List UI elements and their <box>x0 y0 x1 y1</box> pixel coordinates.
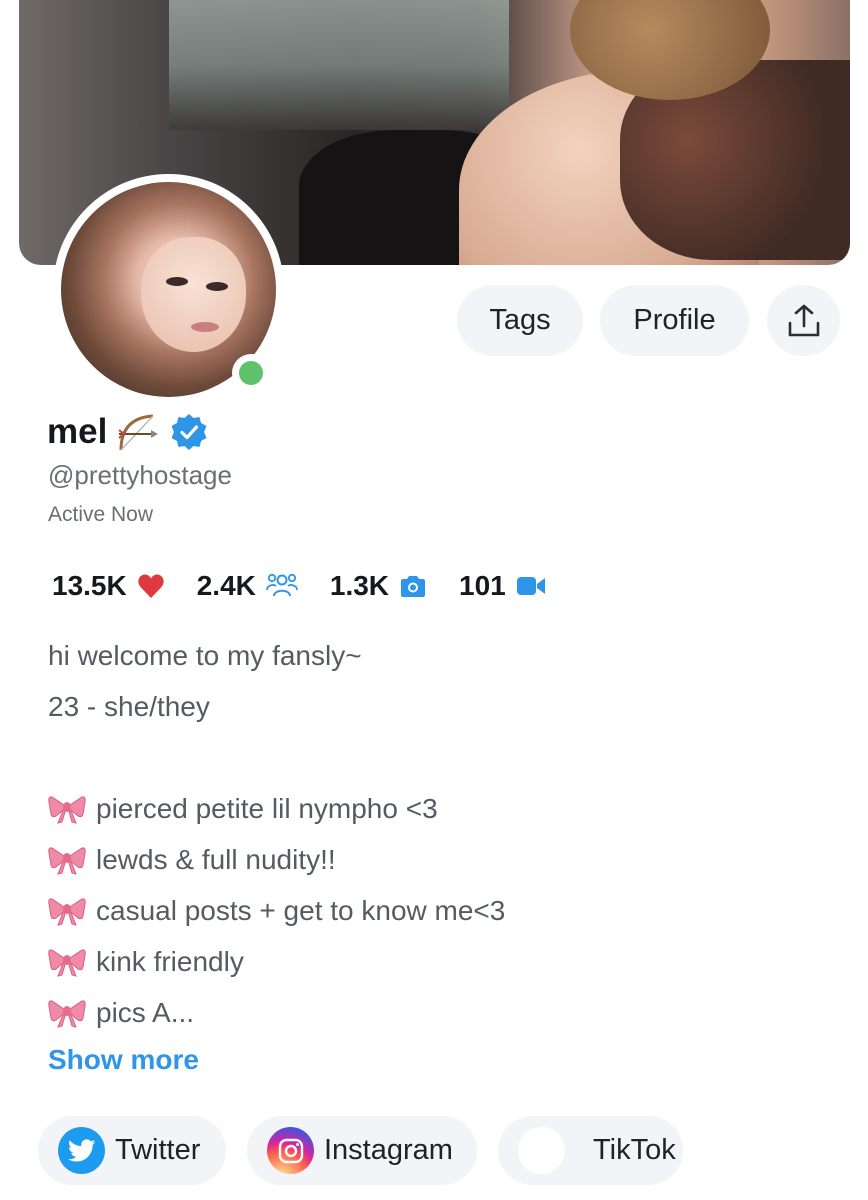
avatar-face <box>141 237 246 352</box>
bio-text: pierced petite lil nympho <3 <box>96 793 438 824</box>
photos-stat[interactable]: 1.3K <box>330 570 427 602</box>
bio-line <box>48 732 828 783</box>
instagram-icon <box>267 1127 314 1174</box>
tiktok-link[interactable]: TikTok <box>498 1116 683 1185</box>
bio-line: kink friendly <box>48 936 828 987</box>
twitter-icon <box>58 1127 105 1174</box>
profile-page: Tags Profile mel @prettyhostage Active N… <box>0 0 868 1200</box>
stats-row: 13.5K 2.4K 1.3K 101 <box>52 564 578 608</box>
instagram-label: Instagram <box>324 1134 453 1166</box>
bio-text: kink friendly <box>96 946 244 977</box>
instagram-link[interactable]: Instagram <box>247 1116 477 1185</box>
ribbon-bow-icon <box>48 897 86 926</box>
ribbon-bow-icon <box>48 846 86 875</box>
bio-line: 23 - she/they <box>48 681 828 732</box>
ribbon-bow-icon <box>48 795 86 824</box>
bio-line: pics A... <box>48 987 828 1038</box>
likes-stat[interactable]: 13.5K <box>52 570 165 602</box>
avatar-eye <box>166 277 188 286</box>
username-handle: @prettyhostage <box>48 460 232 490</box>
share-button[interactable] <box>767 285 840 356</box>
tiktok-icon <box>518 1127 565 1174</box>
twitter-link[interactable]: Twitter <box>38 1116 226 1185</box>
videos-stat[interactable]: 101 <box>459 570 546 602</box>
ribbon-bow-icon <box>48 999 86 1028</box>
tags-button[interactable]: Tags <box>457 285 583 356</box>
bio-line: lewds & full nudity!! <box>48 834 828 885</box>
bow-and-arrow-icon <box>118 414 159 451</box>
twitter-label: Twitter <box>115 1134 201 1166</box>
ribbon-bow-icon <box>48 948 86 977</box>
camera-icon <box>401 576 426 597</box>
bio-text: 23 - she/they <box>48 691 210 722</box>
heart-icon <box>138 574 164 598</box>
tiktok-label: TikTok <box>593 1134 676 1166</box>
activity-status: Active Now <box>48 503 154 526</box>
verified-badge-icon <box>171 414 207 450</box>
avatar-lips <box>191 322 219 332</box>
avatar-eye <box>206 282 228 291</box>
bio-text: hi welcome to my fansly~ <box>48 640 362 671</box>
bio-text: lewds & full nudity!! <box>96 844 336 875</box>
name-row: mel <box>47 406 209 458</box>
show-more-link[interactable]: Show more <box>48 1044 199 1076</box>
bio-line: pierced petite lil nympho <3 <box>48 783 828 834</box>
bio-line: hi welcome to my fansly~ <box>48 630 828 681</box>
bio-line: casual posts + get to know me<3 <box>48 885 828 936</box>
photos-count: 1.3K <box>329 570 390 601</box>
bio-text: casual posts + get to know me<3 <box>96 895 506 926</box>
video-icon <box>516 577 545 595</box>
videos-count: 101 <box>459 570 506 601</box>
bio: hi welcome to my fansly~ 23 - she/they p… <box>48 630 828 1038</box>
followers-count: 2.4K <box>196 570 256 601</box>
followers-icon <box>265 573 298 597</box>
display-name: mel <box>47 412 108 451</box>
share-icon <box>788 304 819 336</box>
bio-text: pics A... <box>96 997 195 1028</box>
online-indicator <box>232 354 270 392</box>
likes-count: 13.5K <box>52 570 127 601</box>
profile-button[interactable]: Profile <box>600 285 749 356</box>
followers-stat[interactable]: 2.4K <box>197 570 298 602</box>
banner-window <box>169 0 509 130</box>
